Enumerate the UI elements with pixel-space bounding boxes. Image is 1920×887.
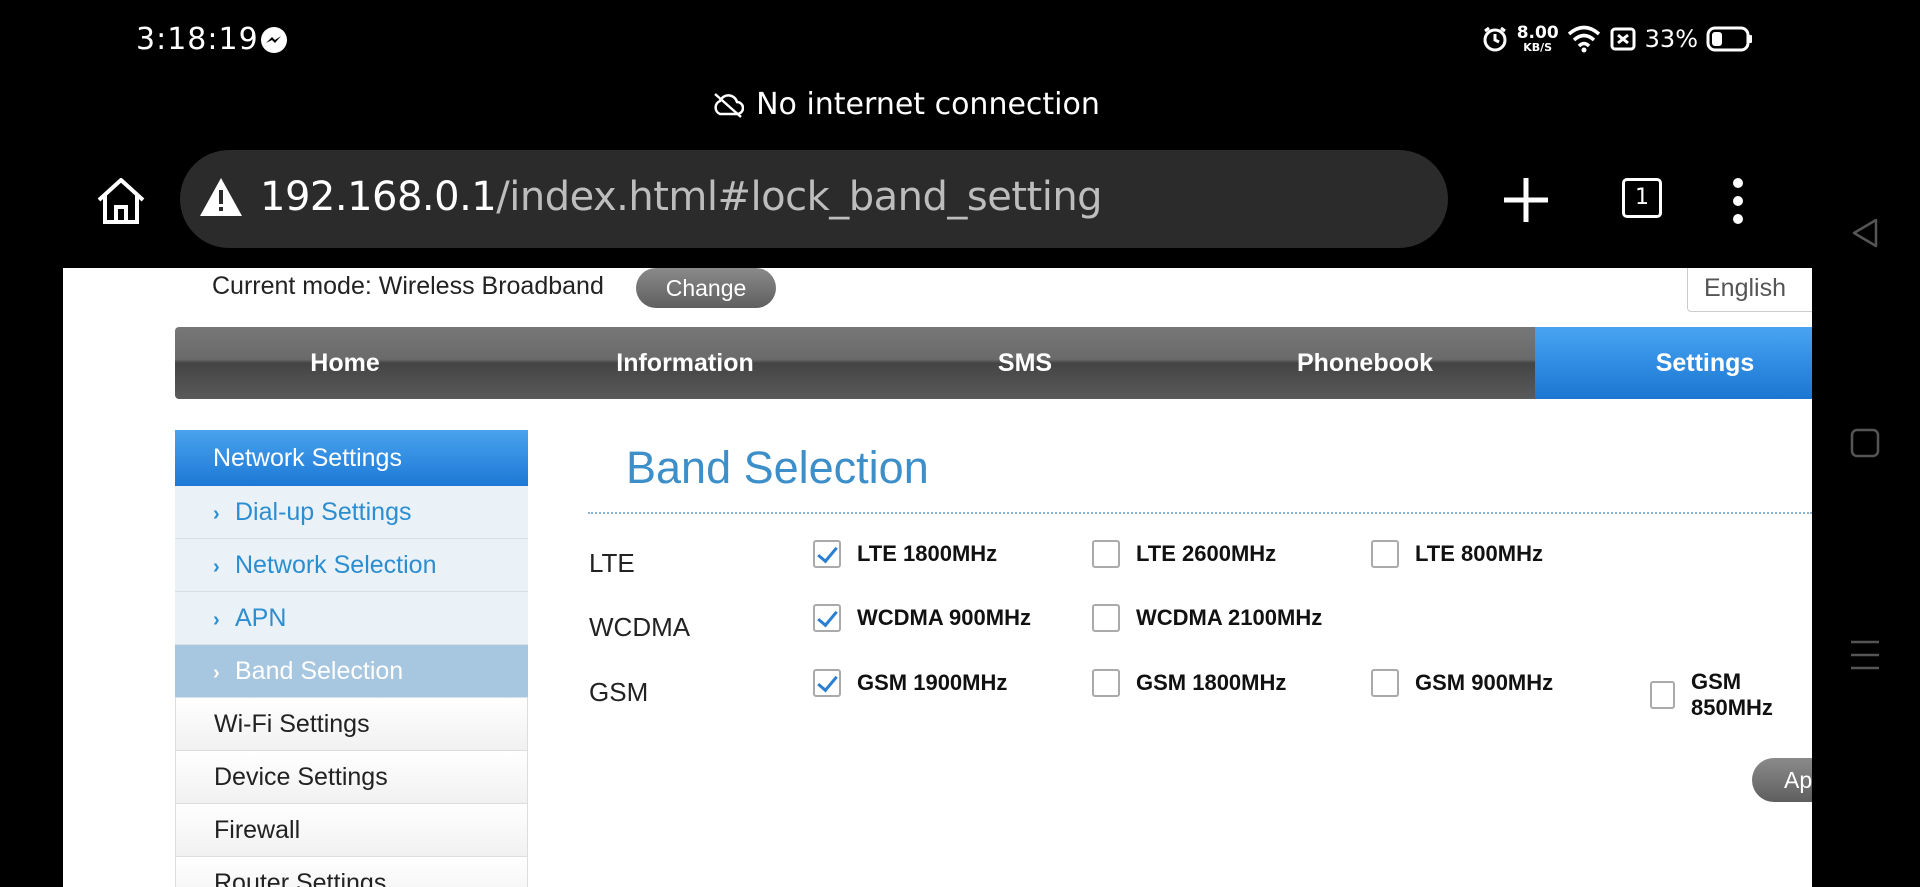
sidebar-network-settings[interactable]: Network Settings: [175, 430, 528, 486]
band-option[interactable]: WCDMA 2100MHz: [1092, 604, 1322, 632]
home-icon[interactable]: [94, 176, 148, 226]
chevron-right-icon: ›: [213, 503, 220, 525]
menu-lines-icon[interactable]: [1848, 638, 1882, 672]
chevron-right-icon: ›: [213, 556, 220, 578]
change-mode-button[interactable]: Change: [636, 268, 776, 308]
no-sim-icon: [1610, 27, 1636, 51]
sidebar-item-band-selection[interactable]: › Band Selection: [175, 645, 528, 698]
back-icon[interactable]: [1848, 216, 1882, 250]
checkbox-wcdma-2100[interactable]: [1092, 604, 1120, 632]
band-option[interactable]: WCDMA 900MHz: [813, 604, 1031, 632]
checkbox-wcdma-900[interactable]: [813, 604, 841, 632]
battery-percent: 33%: [1644, 25, 1698, 53]
band-row-gsm: GSM GSM 1900MHz GSM 1800MHz GSM 900MHz G…: [588, 669, 1812, 720]
band-option[interactable]: LTE 800MHz: [1371, 540, 1543, 568]
offline-banner: No internet connection: [0, 86, 1812, 122]
system-nav-bar: [1812, 0, 1920, 887]
url-text[interactable]: 192.168.0.1/index.html#lock_band_setting: [260, 174, 1103, 220]
url-bar[interactable]: 192.168.0.1/index.html#lock_band_setting: [180, 150, 1448, 248]
overflow-menu-icon[interactable]: [1728, 176, 1748, 226]
status-bar: 3:18:19 8.00 KB/S 33%: [0, 0, 1812, 80]
sidebar-item-firewall[interactable]: Firewall: [175, 804, 528, 857]
band-option[interactable]: GSM 1800MHz: [1092, 669, 1286, 697]
sidebar-item-apn[interactable]: › APN: [175, 592, 528, 645]
offline-text: No internet connection: [756, 87, 1100, 122]
band-label-gsm: GSM: [589, 677, 649, 707]
band-option[interactable]: GSM 1900MHz: [813, 669, 1007, 697]
band-row-lte: LTE LTE 1800MHz LTE 2600MHz LTE 800MHz: [588, 540, 1812, 580]
band-option[interactable]: LTE 1800MHz: [813, 540, 997, 568]
battery-icon: [1706, 26, 1752, 52]
checkbox-lte-1800[interactable]: [813, 540, 841, 568]
clock: 3:18:19: [136, 22, 259, 57]
chevron-right-icon: ›: [213, 609, 220, 631]
new-tab-icon[interactable]: [1500, 174, 1552, 226]
browser-toolbar: 192.168.0.1/index.html#lock_band_setting…: [0, 150, 1812, 250]
sidebar-item-network-selection[interactable]: › Network Selection: [175, 539, 528, 592]
band-option[interactable]: GSM 850MHz: [1650, 669, 1812, 721]
nav-sms[interactable]: SMS: [855, 327, 1195, 399]
nav-home[interactable]: Home: [175, 327, 515, 399]
title-divider: [588, 512, 1812, 514]
checkbox-gsm-1900[interactable]: [813, 669, 841, 697]
checkbox-gsm-850[interactable]: [1650, 681, 1676, 709]
settings-sidebar: Network Settings › Dial-up Settings › Netw…: [175, 430, 528, 887]
wifi-icon: [1567, 25, 1600, 53]
main-nav: Home Information SMS Phonebook Settings: [175, 327, 1812, 399]
nav-information[interactable]: Information: [515, 327, 855, 399]
router-web-page: Current mode: Wireless Broadband Change …: [63, 268, 1812, 887]
cloud-off-icon: [714, 92, 745, 118]
band-label-lte: LTE: [589, 548, 635, 578]
alarm-icon: [1483, 26, 1507, 52]
recents-icon[interactable]: [1848, 426, 1882, 460]
tab-switcher-button[interactable]: 1: [1622, 178, 1662, 218]
nav-phonebook[interactable]: Phonebook: [1195, 327, 1535, 399]
checkbox-lte-800[interactable]: [1371, 540, 1399, 568]
chevron-right-icon: ›: [213, 662, 220, 684]
status-right: 8.00 KB/S 33%: [1481, 22, 1754, 56]
messenger-icon: [261, 27, 287, 53]
sidebar-item-router[interactable]: Router Settings: [175, 857, 528, 887]
sidebar-item-dialup[interactable]: › Dial-up Settings: [175, 486, 528, 539]
current-mode-text: Current mode: Wireless Broadband: [212, 272, 604, 300]
net-speed: 8.00 KB/S: [1516, 23, 1559, 54]
warning-icon[interactable]: [198, 176, 244, 218]
checkbox-lte-2600[interactable]: [1092, 540, 1120, 568]
band-option[interactable]: LTE 2600MHz: [1092, 540, 1276, 568]
band-option[interactable]: GSM 900MHz: [1371, 669, 1553, 697]
nav-settings[interactable]: Settings: [1535, 327, 1812, 399]
page-title: Band Selection: [626, 442, 929, 493]
checkbox-gsm-1800[interactable]: [1092, 669, 1120, 697]
band-row-wcdma: WCDMA WCDMA 900MHz WCDMA 2100MHz: [588, 604, 1812, 644]
band-label-wcdma: WCDMA: [589, 612, 691, 642]
apply-button[interactable]: Apply: [1752, 758, 1812, 802]
checkbox-gsm-900[interactable]: [1371, 669, 1399, 697]
sidebar-item-wifi[interactable]: Wi-Fi Settings: [175, 698, 528, 751]
language-select[interactable]: English: [1687, 268, 1812, 312]
sidebar-item-device[interactable]: Device Settings: [175, 751, 528, 804]
